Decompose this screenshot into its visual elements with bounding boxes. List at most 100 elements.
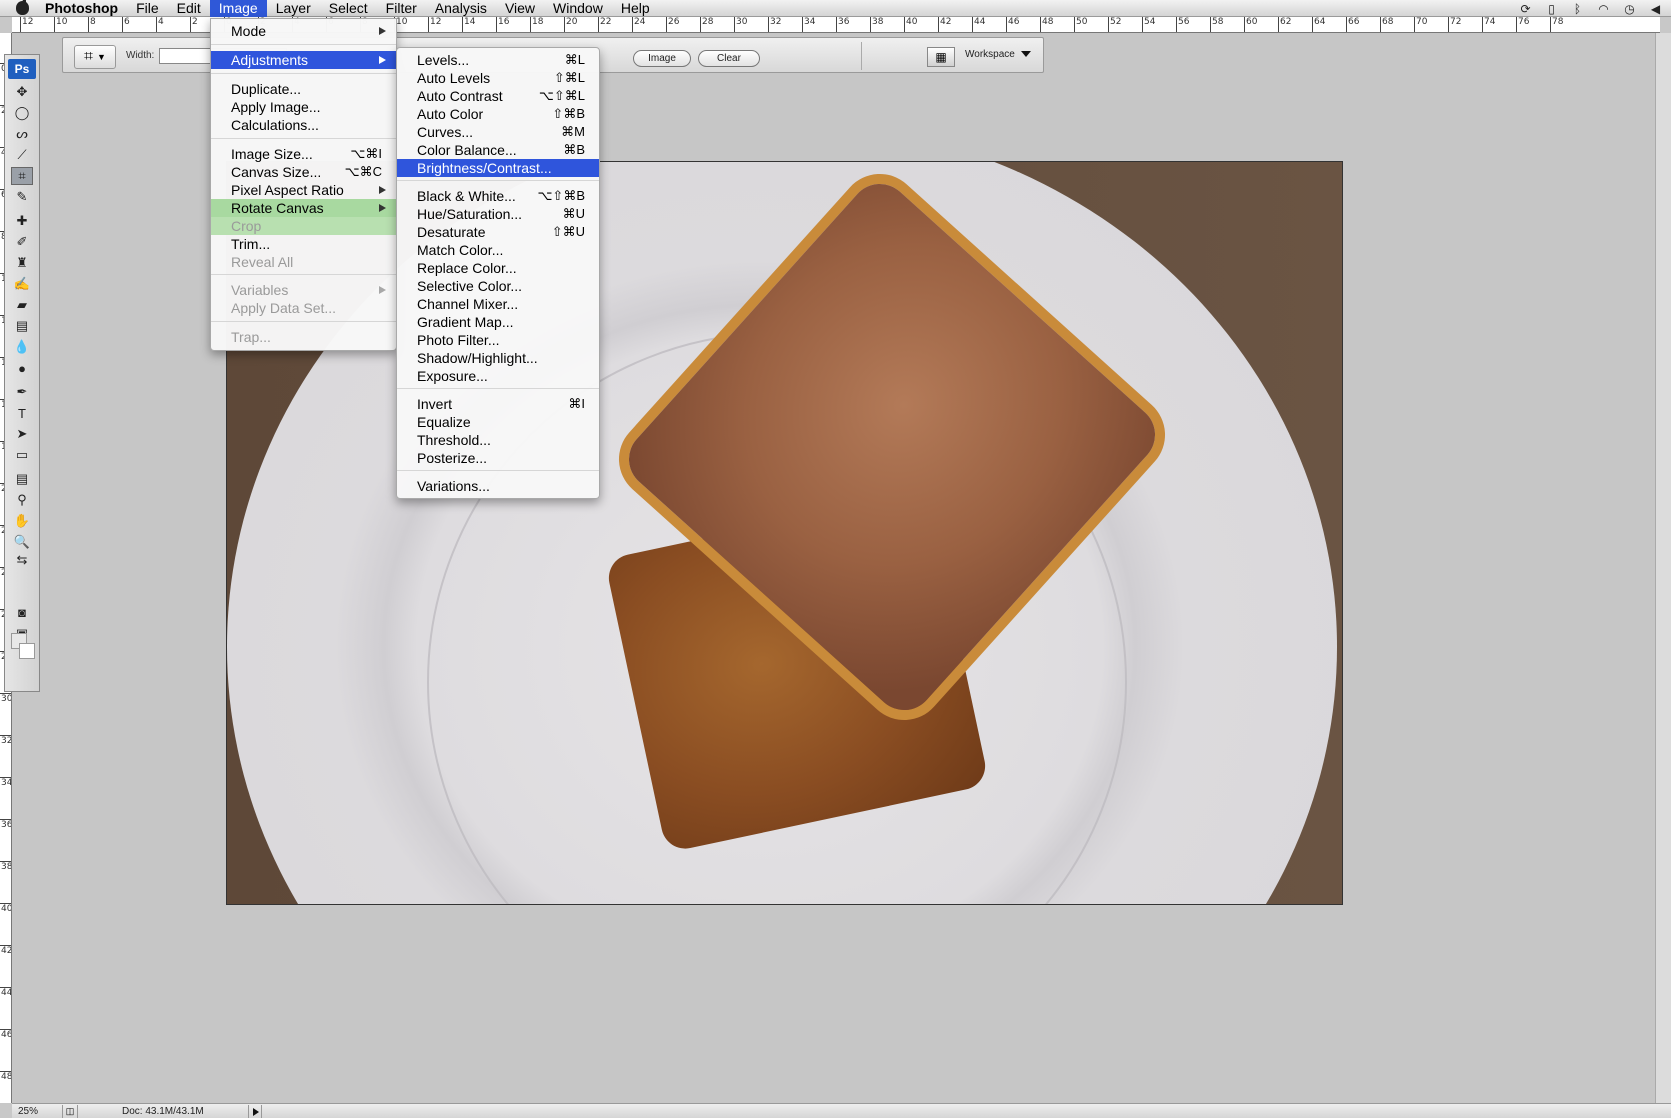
apple-menu-icon[interactable] (0, 0, 36, 17)
menu-item-hue-saturation[interactable]: Hue/Saturation... ⌘U (397, 205, 599, 223)
shape-tool-icon[interactable]: ▭ (11, 446, 33, 464)
bluetooth-icon[interactable]: ᛒ (1570, 3, 1585, 15)
menu-item-rotate-canvas[interactable]: Rotate Canvas (211, 199, 396, 217)
history-brush-tool-icon[interactable]: ✍ (11, 275, 33, 293)
ruler-tick (1040, 17, 1041, 32)
menu-item-variations[interactable]: Variations... (397, 477, 599, 495)
menu-item-mode[interactable]: Mode (211, 22, 396, 40)
menu-item-shortcut: ⌥⇧⌘L (538, 88, 585, 103)
menu-view[interactable]: View (496, 0, 544, 17)
menu-item-canvas-size[interactable]: Canvas Size... ⌥⌘C (211, 163, 396, 181)
ruler-tick (904, 17, 905, 32)
menu-item-auto-levels[interactable]: Auto Levels ⇧⌘L (397, 69, 599, 87)
status-menu-arrow-icon[interactable] (248, 1105, 262, 1118)
menu-item-match-color[interactable]: Match Color... (397, 241, 599, 259)
menu-filter[interactable]: Filter (377, 0, 426, 17)
pen-tool-icon[interactable]: ✒ (11, 383, 33, 401)
menu-item-invert[interactable]: Invert ⌘I (397, 395, 599, 413)
lasso-tool-icon[interactable]: ᔕ (11, 125, 33, 143)
clear-button[interactable]: Clear (698, 50, 760, 67)
clone-stamp-tool-icon[interactable]: ♜ (11, 254, 33, 272)
quick-mask-icon[interactable]: ◙ (11, 603, 33, 621)
ruler-tick (700, 17, 701, 32)
menu-item-label: Auto Levels (417, 70, 491, 86)
vertical-scrollbar[interactable] (1655, 33, 1671, 1103)
background-color-swatch[interactable] (19, 643, 35, 659)
path-selection-tool-icon[interactable]: ➤ (11, 425, 33, 443)
time-machine-icon[interactable]: ◷ (1622, 3, 1637, 15)
crop-tool-icon: ⌗ (84, 48, 94, 65)
menu-item-auto-color[interactable]: Auto Color ⇧⌘B (397, 105, 599, 123)
ruler-label: 28 (702, 17, 714, 27)
status-preview-icon[interactable]: ◫ (62, 1105, 78, 1118)
healing-brush-tool-icon[interactable]: ✚ (11, 212, 33, 230)
menu-item-black-white[interactable]: Black & White... ⌥⇧⌘B (397, 187, 599, 205)
color-swatches (11, 633, 37, 663)
menu-item-label: Mode (231, 23, 267, 39)
move-tool-icon[interactable]: ✥ (11, 83, 33, 101)
brush-tool-icon[interactable]: ✐ (11, 233, 33, 251)
crop-tool-icon[interactable]: ⌗ (11, 167, 33, 185)
menu-item-apply-image[interactable]: Apply Image... (211, 98, 396, 116)
adobe-updater-icon[interactable]: ⟳ (1518, 3, 1533, 15)
eraser-tool-icon[interactable]: ▰ (11, 296, 33, 314)
menu-item-photo-filter[interactable]: Photo Filter... (397, 331, 599, 349)
menu-analysis[interactable]: Analysis (426, 0, 496, 17)
menu-item-label: Hue/Saturation... (417, 206, 523, 222)
menu-image[interactable]: Image (209, 0, 267, 17)
magic-wand-tool-icon[interactable]: ⟋ (11, 146, 33, 164)
menu-select[interactable]: Select (320, 0, 377, 17)
volume-icon[interactable]: ◀ (1648, 3, 1663, 15)
menu-item-brightness-contrast[interactable]: Brightness/Contrast... (397, 159, 599, 177)
gradient-tool-icon[interactable]: ▤ (11, 317, 33, 335)
front-image-button[interactable]: Image (633, 50, 691, 67)
menu-file[interactable]: File (127, 0, 168, 17)
menu-item-calculations[interactable]: Calculations... (211, 116, 396, 134)
menu-item-adjustments[interactable]: Adjustments (211, 51, 396, 69)
menu-item-auto-contrast[interactable]: Auto Contrast ⌥⇧⌘L (397, 87, 599, 105)
menu-item-replace-color[interactable]: Replace Color... (397, 259, 599, 277)
menu-edit[interactable]: Edit (168, 0, 210, 17)
zoom-tool-icon[interactable]: 🔍 (11, 533, 33, 551)
dodge-tool-icon[interactable]: ● (11, 359, 33, 377)
menu-item-gradient-map[interactable]: Gradient Map... (397, 313, 599, 331)
menu-item-posterize[interactable]: Posterize... (397, 449, 599, 467)
blur-tool-icon[interactable]: 💧 (11, 338, 33, 356)
swap-colors-icon[interactable]: ⇆ (11, 551, 33, 569)
menu-item-trim[interactable]: Trim... (211, 235, 396, 253)
menu-item-threshold[interactable]: Threshold... (397, 431, 599, 449)
workspace-button[interactable]: Workspace (965, 49, 1031, 60)
menu-window[interactable]: Window (544, 0, 612, 17)
menu-item-label: Brightness/Contrast... (417, 160, 552, 176)
menu-item-selective-color[interactable]: Selective Color... (397, 277, 599, 295)
menu-item-equalize[interactable]: Equalize (397, 413, 599, 431)
menu-item-exposure[interactable]: Exposure... (397, 367, 599, 385)
menu-layer[interactable]: Layer (267, 0, 320, 17)
menu-bar: Photoshop File Edit Image Layer Select F… (0, 0, 1671, 17)
menu-help[interactable]: Help (612, 0, 659, 17)
hand-tool-icon[interactable]: ✋ (11, 512, 33, 530)
menu-item-channel-mixer[interactable]: Channel Mixer... (397, 295, 599, 313)
menu-item-image-size[interactable]: Image Size... ⌥⌘I (211, 145, 396, 163)
ruler-tick (1278, 17, 1279, 32)
ps-logo[interactable]: Ps (8, 59, 36, 79)
eyedropper-tool-icon[interactable]: ⚲ (11, 491, 33, 509)
tool-preset-picker[interactable]: ⌗ ▼ (74, 45, 116, 69)
menu-photoshop[interactable]: Photoshop (36, 0, 127, 17)
type-tool-icon[interactable]: T (11, 404, 33, 422)
menu-item-shadow-highlight[interactable]: Shadow/Highlight... (397, 349, 599, 367)
palette-well-icon[interactable]: ▦ (927, 47, 955, 67)
menu-item-levels[interactable]: Levels... ⌘L (397, 51, 599, 69)
menu-item-color-balance[interactable]: Color Balance... ⌘B (397, 141, 599, 159)
slice-tool-icon[interactable]: ✎ (11, 188, 33, 206)
menu-item-duplicate[interactable]: Duplicate... (211, 80, 396, 98)
menu-item-desaturate[interactable]: Desaturate ⇧⌘U (397, 223, 599, 241)
marquee-tool-icon[interactable]: ◯ (11, 104, 33, 122)
wifi-icon[interactable]: ◠ (1596, 3, 1611, 15)
zoom-level[interactable]: 25% (18, 1105, 58, 1118)
menu-item-pixel-aspect-ratio[interactable]: Pixel Aspect Ratio (211, 181, 396, 199)
menu-item-curves[interactable]: Curves... ⌘M (397, 123, 599, 141)
battery-icon[interactable]: ▯ (1544, 3, 1559, 15)
menu-item-label: Photo Filter... (417, 332, 500, 348)
notes-tool-icon[interactable]: ▤ (11, 470, 33, 488)
